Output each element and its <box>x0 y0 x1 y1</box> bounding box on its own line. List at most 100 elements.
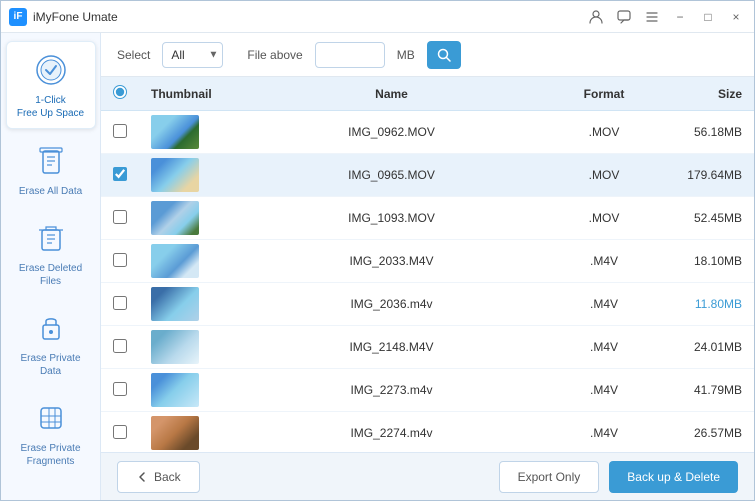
sidebar-item-erase-fragments[interactable]: Erase Private Fragments <box>6 390 96 476</box>
chat-icon[interactable] <box>614 7 634 27</box>
window-controls: − □ × <box>586 7 746 27</box>
row-checkbox-cell <box>101 154 139 197</box>
row-size: 11.80MB <box>654 283 754 326</box>
footer: Back Export Only Back up & Delete <box>101 452 754 500</box>
row-checkbox[interactable] <box>113 253 127 267</box>
back-arrow-icon <box>136 471 148 483</box>
erase-all-icon <box>31 141 71 181</box>
table-row: IMG_0962.MOV.MOV56.18MB <box>101 111 754 154</box>
row-format: .M4V <box>554 283 654 326</box>
row-checkbox[interactable] <box>113 167 127 181</box>
logo-text: iF <box>14 11 23 22</box>
thumbnail-image <box>151 416 199 450</box>
app-window: iF iMyFone Umate − □ × <box>0 0 755 501</box>
thumbnail-image <box>151 115 199 149</box>
sidebar-label-erase-fragments: Erase Private Fragments <box>10 442 92 468</box>
footer-right: Export Only Back up & Delete <box>499 461 738 493</box>
row-checkbox-cell <box>101 111 139 154</box>
main-content: 1-ClickFree Up Space Erase All Data <box>1 33 754 500</box>
row-format: .M4V <box>554 412 654 453</box>
table-header-row: Thumbnail Name Format Size <box>101 77 754 111</box>
app-logo: iF <box>9 8 27 26</box>
header-select-radio[interactable] <box>113 85 127 99</box>
thumbnail-image <box>151 158 199 192</box>
row-checkbox[interactable] <box>113 339 127 353</box>
select-dropdown[interactable]: All None Invert <box>162 42 223 68</box>
close-button[interactable]: × <box>726 7 746 27</box>
row-format: .M4V <box>554 240 654 283</box>
row-name: IMG_0962.MOV <box>229 111 554 154</box>
header-size: Size <box>654 77 754 111</box>
app-title: iMyFone Umate <box>33 10 580 24</box>
file-above-label: File above <box>247 48 302 62</box>
back-button[interactable]: Back <box>117 461 200 493</box>
row-thumbnail-cell <box>139 283 229 326</box>
minimize-button[interactable]: − <box>670 7 690 27</box>
row-name: IMG_2148.M4V <box>229 326 554 369</box>
row-thumbnail-cell <box>139 111 229 154</box>
header-name: Name <box>229 77 554 111</box>
row-checkbox[interactable] <box>113 425 127 439</box>
row-format: .MOV <box>554 197 654 240</box>
row-thumbnail-cell <box>139 197 229 240</box>
row-checkbox-cell <box>101 369 139 412</box>
row-size: 24.01MB <box>654 326 754 369</box>
erase-private-icon <box>31 308 71 348</box>
mb-label: MB <box>397 48 415 62</box>
search-icon <box>437 48 451 62</box>
right-panel: Select All None Invert ▼ File above MB <box>101 33 754 500</box>
row-name: IMG_2033.M4V <box>229 240 554 283</box>
row-checkbox-cell <box>101 412 139 453</box>
menu-icon[interactable] <box>642 7 662 27</box>
select-wrapper: All None Invert ▼ <box>162 42 223 68</box>
row-size: 26.57MB <box>654 412 754 453</box>
table-row: IMG_2036.m4v.M4V11.80MB <box>101 283 754 326</box>
thumbnail-image <box>151 201 199 235</box>
row-name: IMG_2274.m4v <box>229 412 554 453</box>
row-format: .M4V <box>554 326 654 369</box>
sidebar-label-erase-deleted: Erase Deleted Files <box>10 262 92 288</box>
row-name: IMG_2273.m4v <box>229 369 554 412</box>
back-label: Back <box>154 470 181 484</box>
one-click-icon <box>31 50 71 90</box>
row-size: 41.79MB <box>654 369 754 412</box>
row-thumbnail-cell <box>139 412 229 453</box>
table-row: IMG_2273.m4v.M4V41.79MB <box>101 369 754 412</box>
maximize-button[interactable]: □ <box>698 7 718 27</box>
table-body: IMG_0962.MOV.MOV56.18MBIMG_0965.MOV.MOV1… <box>101 111 754 453</box>
select-label: Select <box>117 48 150 62</box>
thumbnail-image <box>151 287 199 321</box>
thumbnail-image <box>151 330 199 364</box>
row-size: 18.10MB <box>654 240 754 283</box>
sidebar-label-one-click: 1-ClickFree Up Space <box>17 94 84 120</box>
sidebar-item-erase-private[interactable]: Erase Private Data <box>6 300 96 386</box>
sidebar: 1-ClickFree Up Space Erase All Data <box>1 33 101 500</box>
row-thumbnail-cell <box>139 369 229 412</box>
file-table: Thumbnail Name Format Size IMG_0962.MOV.… <box>101 77 754 452</box>
row-thumbnail-cell <box>139 154 229 197</box>
toolbar: Select All None Invert ▼ File above MB <box>101 33 754 77</box>
row-checkbox[interactable] <box>113 124 127 138</box>
sidebar-item-erase-all[interactable]: Erase All Data <box>6 133 96 206</box>
header-thumbnail: Thumbnail <box>139 77 229 111</box>
backup-delete-button[interactable]: Back up & Delete <box>609 461 738 493</box>
export-only-button[interactable]: Export Only <box>499 461 600 493</box>
header-checkbox-col <box>101 77 139 111</box>
table-row: IMG_1093.MOV.MOV52.45MB <box>101 197 754 240</box>
row-checkbox[interactable] <box>113 296 127 310</box>
search-button[interactable] <box>427 41 461 69</box>
profile-icon[interactable] <box>586 7 606 27</box>
row-size: 179.64MB <box>654 154 754 197</box>
row-name: IMG_0965.MOV <box>229 154 554 197</box>
export-only-label: Export Only <box>518 470 581 484</box>
row-thumbnail-cell <box>139 326 229 369</box>
file-above-input[interactable] <box>315 42 385 68</box>
sidebar-item-one-click[interactable]: 1-ClickFree Up Space <box>6 41 96 129</box>
thumbnail-image <box>151 244 199 278</box>
title-bar: iF iMyFone Umate − □ × <box>1 1 754 33</box>
row-checkbox[interactable] <box>113 210 127 224</box>
row-checkbox[interactable] <box>113 382 127 396</box>
sidebar-item-erase-deleted[interactable]: Erase Deleted Files <box>6 210 96 296</box>
table-row: IMG_2148.M4V.M4V24.01MB <box>101 326 754 369</box>
row-checkbox-cell <box>101 326 139 369</box>
